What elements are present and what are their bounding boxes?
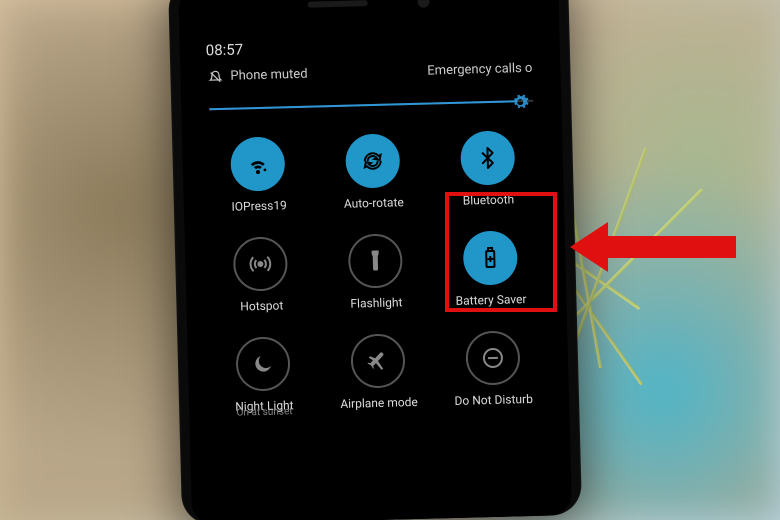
autorotate-icon [345, 133, 400, 188]
hotspot-icon [233, 236, 288, 291]
tile-wifi-label: IOPress19 [231, 198, 287, 227]
tile-do-not-disturb[interactable]: Do Not Disturb [439, 330, 548, 423]
tile-airplane-label: Airplane mode [340, 395, 418, 425]
tile-night-light[interactable]: Night Light On at sunset [209, 336, 318, 429]
tile-battery-saver-label: Battery Saver [456, 292, 527, 322]
phone-bezel: 08:57 Phone muted Emergency calls o [178, 0, 572, 520]
tile-autorotate-label: Auto-rotate [344, 195, 405, 225]
flashlight-icon [348, 233, 403, 288]
tile-dnd-label: Do Not Disturb [454, 392, 533, 422]
bell-muted-icon [208, 69, 222, 83]
phone-frame: 08:57 Phone muted Emergency calls o [168, 0, 582, 520]
wifi-icon [230, 136, 285, 191]
phone-speaker [308, 0, 368, 8]
bluetooth-icon [460, 130, 515, 185]
tile-night-light-label: Night Light On at sunset [235, 398, 294, 428]
android-quick-settings: 08:57 Phone muted Emergency calls o [191, 26, 560, 520]
brightness-thumb-gear-icon[interactable] [511, 93, 529, 111]
battery-saver-icon [462, 230, 517, 285]
do-not-disturb-icon [465, 330, 520, 385]
phone-muted-label: Phone muted [230, 67, 307, 84]
brightness-slider[interactable] [209, 90, 533, 120]
brightness-track-fg [209, 100, 517, 110]
phone-muted-indicator: Phone muted [208, 67, 307, 85]
tile-hotspot-label: Hotspot [240, 298, 284, 327]
tile-hotspot[interactable]: Hotspot [207, 236, 316, 329]
tile-wifi[interactable]: IOPress19 [204, 136, 313, 229]
emergency-calls-label: Emergency calls o [427, 61, 532, 79]
tile-flashlight-label: Flashlight [350, 295, 403, 324]
night-light-icon [236, 336, 291, 391]
tile-flashlight[interactable]: Flashlight [321, 233, 430, 326]
scene-root: 08:57 Phone muted Emergency calls o [0, 0, 780, 520]
phone-notch [178, 0, 559, 28]
phone-front-camera [417, 0, 429, 8]
airplane-icon [350, 333, 405, 388]
tile-bluetooth[interactable]: Bluetooth [433, 130, 542, 223]
tile-bluetooth-label: Bluetooth [463, 192, 515, 221]
quick-settings-grid: IOPress19 Auto-rotate Bluetooth [194, 125, 558, 432]
tile-airplane-mode[interactable]: Airplane mode [324, 333, 433, 426]
tile-battery-saver[interactable]: Battery Saver [436, 230, 545, 323]
tile-autorotate[interactable]: Auto-rotate [319, 133, 428, 226]
tile-night-light-sublabel: On at sunset [235, 406, 294, 419]
